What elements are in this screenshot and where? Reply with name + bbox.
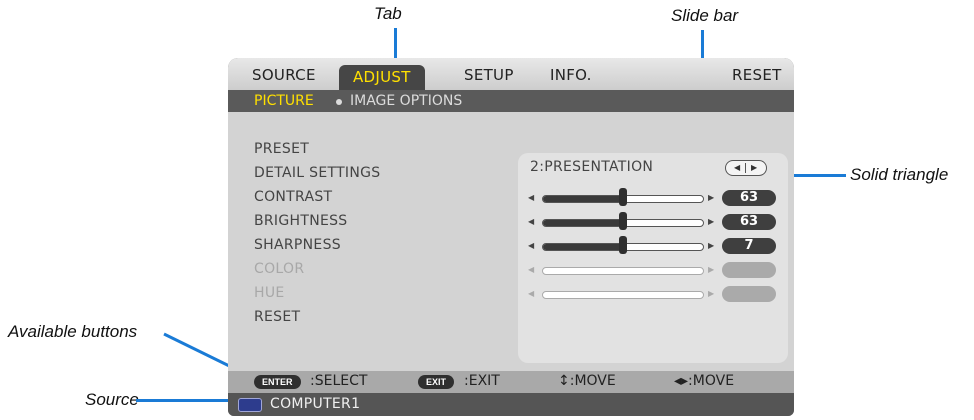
tab-adjust[interactable]: ADJUST xyxy=(339,65,425,90)
slider-hue: ◀ ▶ xyxy=(528,286,786,302)
exit-action-label: :EXIT xyxy=(464,373,500,389)
menu-item-detail-settings[interactable]: DETAIL SETTINGS xyxy=(254,165,380,181)
tab-info[interactable]: INFO. xyxy=(550,66,592,90)
menu-item-contrast[interactable]: CONTRAST xyxy=(254,189,332,205)
menu-item-preset[interactable]: PRESET xyxy=(254,141,309,157)
slider-left-arrow-icon: ◀ xyxy=(528,289,535,298)
slider-value-badge xyxy=(722,262,776,278)
slider-right-arrow-icon[interactable]: ▶ xyxy=(708,239,714,253)
triangle-left-icon[interactable]: ◀ xyxy=(734,161,740,175)
callout-available-buttons: Available buttons xyxy=(8,322,138,341)
slider-track xyxy=(542,291,704,299)
slider-left-arrow-icon[interactable]: ◀ xyxy=(528,239,534,253)
subtab-image-options[interactable]: IMAGE OPTIONS xyxy=(350,93,462,109)
callout-source: Source xyxy=(85,390,139,409)
slider-left-arrow-icon[interactable]: ◀ xyxy=(528,191,534,205)
preset-value: 2:PRESENTATION xyxy=(530,159,654,175)
callout-tab: Tab xyxy=(374,4,402,23)
slider-fill xyxy=(543,244,623,250)
slider-thumb[interactable] xyxy=(619,212,627,230)
menu-item-hue: HUE xyxy=(254,285,285,301)
tab-source[interactable]: SOURCE xyxy=(252,66,316,90)
move-horizontal-label: ◂▸:MOVE xyxy=(674,373,735,389)
slider-thumb[interactable] xyxy=(619,188,627,206)
tab-bar: SOURCE ADJUST SETUP INFO. RESET xyxy=(228,58,794,90)
triangle-right-icon[interactable]: ▶ xyxy=(751,161,757,175)
slider-right-arrow-icon: ▶ xyxy=(708,289,715,298)
slider-color: ◀ ▶ xyxy=(528,262,786,278)
slider-left-arrow-icon[interactable]: ◀ xyxy=(528,215,534,229)
slider-track xyxy=(542,267,704,275)
callout-solid-triangle: Solid triangle xyxy=(850,165,949,184)
tab-setup[interactable]: SETUP xyxy=(464,66,514,90)
source-bar: COMPUTER1 xyxy=(228,393,794,416)
slider-right-arrow-icon: ▶ xyxy=(708,265,715,274)
menu-item-brightness[interactable]: BRIGHTNESS xyxy=(254,213,347,229)
slider-value-badge: 63 xyxy=(722,190,776,206)
enter-action-label: :SELECT xyxy=(310,373,368,389)
slider-fill xyxy=(543,196,623,202)
slider-right-arrow-icon[interactable]: ▶ xyxy=(708,215,714,229)
slider-sharpness[interactable]: ◀ ▶ 7 xyxy=(528,236,786,254)
available-buttons-bar: ENTER :SELECT EXIT :EXIT ↕:MOVE ◂▸:MOVE xyxy=(228,371,794,393)
tab-reset[interactable]: RESET xyxy=(732,66,782,90)
settings-panel: 2:PRESENTATION ◀ ▶ ◀ ▶ 63 ◀ ▶ 63 ◀ ▶ 7 ◀… xyxy=(518,153,788,363)
slider-brightness[interactable]: ◀ ▶ 63 xyxy=(528,212,786,230)
subtab-bar: PICTURE IMAGE OPTIONS xyxy=(228,90,794,112)
preset-selector[interactable]: ◀ ▶ xyxy=(725,160,767,176)
enter-key-badge: ENTER xyxy=(254,375,301,389)
menu-item-sharpness[interactable]: SHARPNESS xyxy=(254,237,341,253)
selector-divider xyxy=(745,163,746,173)
osd-menu: SOURCE ADJUST SETUP INFO. RESET PICTURE … xyxy=(228,58,794,416)
menu-body: PRESET DETAIL SETTINGS CONTRAST BRIGHTNE… xyxy=(228,112,794,371)
slider-left-arrow-icon: ◀ xyxy=(528,265,535,274)
exit-key-badge: EXIT xyxy=(418,375,455,389)
menu-item-reset[interactable]: RESET xyxy=(254,309,300,325)
subtab-separator-dot xyxy=(336,99,342,105)
source-label: COMPUTER1 xyxy=(270,396,361,412)
move-vertical-label: ↕:MOVE xyxy=(558,373,616,389)
menu-item-color: COLOR xyxy=(254,261,305,277)
computer-input-icon xyxy=(238,398,262,412)
slider-right-arrow-icon[interactable]: ▶ xyxy=(708,191,714,205)
slider-value-badge: 7 xyxy=(722,238,776,254)
callout-slide-bar: Slide bar xyxy=(671,6,739,25)
slider-fill xyxy=(543,220,623,226)
slider-value-badge: 63 xyxy=(722,214,776,230)
slider-thumb[interactable] xyxy=(619,236,627,254)
slider-contrast[interactable]: ◀ ▶ 63 xyxy=(528,188,786,206)
slider-value-badge xyxy=(722,286,776,302)
subtab-picture[interactable]: PICTURE xyxy=(254,93,314,109)
